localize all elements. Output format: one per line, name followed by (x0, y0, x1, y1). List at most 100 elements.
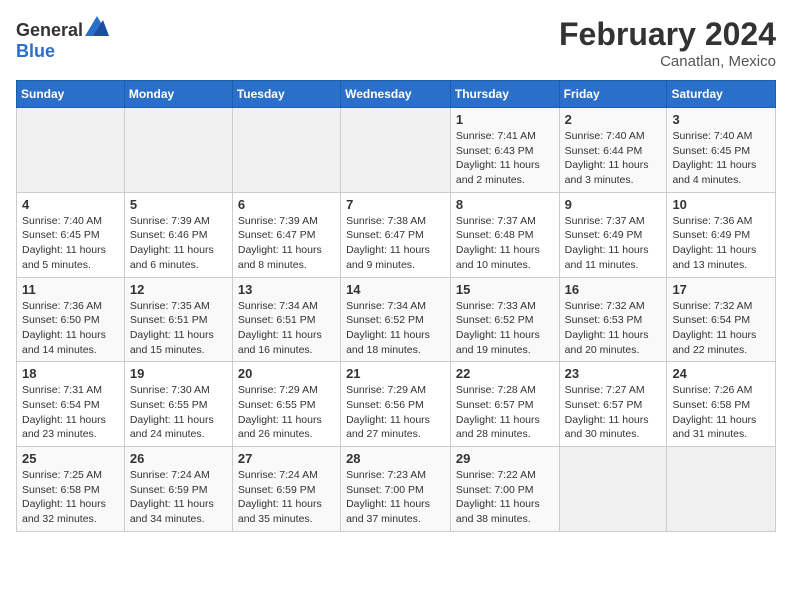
day-number: 14 (346, 282, 445, 297)
calendar-cell: 18Sunrise: 7:31 AMSunset: 6:54 PMDayligh… (17, 362, 125, 447)
calendar-week-4: 18Sunrise: 7:31 AMSunset: 6:54 PMDayligh… (17, 362, 776, 447)
calendar-cell (124, 108, 232, 193)
calendar-cell: 3Sunrise: 7:40 AMSunset: 6:45 PMDaylight… (667, 108, 776, 193)
subtitle: Canatlan, Mexico (559, 53, 776, 70)
day-number: 4 (22, 197, 119, 212)
day-info: Sunrise: 7:27 AMSunset: 6:57 PMDaylight:… (565, 383, 662, 442)
day-info: Sunrise: 7:31 AMSunset: 6:54 PMDaylight:… (22, 383, 119, 442)
day-info: Sunrise: 7:23 AMSunset: 7:00 PMDaylight:… (346, 468, 445, 527)
calendar-cell: 28 Sunrise: 7:23 AMSunset: 7:00 PMDayligh… (341, 447, 451, 532)
day-info: Sunrise: 7:29 AMSunset: 6:56 PMDaylight:… (346, 383, 445, 442)
calendar-cell: 21 Sunrise: 7:29 AMSunset: 6:56 PMDayligh… (341, 362, 451, 447)
day-number: 16 (565, 282, 662, 297)
day-info: Sunrise: 7:32 AMSunset: 6:54 PMDaylight:… (672, 299, 770, 358)
day-number: 26 (130, 451, 227, 466)
day-info: Sunrise: 7:37 AMSunset: 6:49 PMDaylight:… (565, 214, 662, 273)
day-number: 21 (346, 366, 445, 381)
day-number: 28 (346, 451, 445, 466)
day-number: 10 (672, 197, 770, 212)
day-number: 15 (456, 282, 554, 297)
day-info: Sunrise: 7:28 AMSunset: 6:57 PMDaylight:… (456, 383, 554, 442)
calendar-cell: 25Sunrise: 7:25 AMSunset: 6:58 PMDayligh… (17, 447, 125, 532)
day-number: 29 (456, 451, 554, 466)
calendar-week-3: 11Sunrise: 7:36 AMSunset: 6:50 PMDayligh… (17, 277, 776, 362)
page-header: General Blue February 2024 Canatlan, Mex… (16, 16, 776, 70)
day-number: 6 (238, 197, 335, 212)
day-info: Sunrise: 7:34 AMSunset: 6:52 PMDaylight:… (346, 299, 445, 358)
day-number: 7 (346, 197, 445, 212)
day-number: 17 (672, 282, 770, 297)
day-info: Sunrise: 7:36 AMSunset: 6:50 PMDaylight:… (22, 299, 119, 358)
calendar-cell (341, 108, 451, 193)
calendar-cell: 26Sunrise: 7:24 AMSunset: 6:59 PMDayligh… (124, 447, 232, 532)
calendar-cell: 1Sunrise: 7:41 AMSunset: 6:43 PMDaylight… (450, 108, 559, 193)
calendar-cell: 13 Sunrise: 7:34 AMSunset: 6:51 PMDayligh… (232, 277, 340, 362)
logo-text: General Blue (16, 16, 109, 62)
logo-icon (85, 16, 109, 36)
col-header-saturday: Saturday (667, 81, 776, 108)
calendar-cell: 27Sunrise: 7:24 AMSunset: 6:59 PMDayligh… (232, 447, 340, 532)
day-info: Sunrise: 7:40 AMSunset: 6:45 PMDaylight:… (22, 214, 119, 273)
logo-general: General (16, 20, 83, 40)
calendar-cell: 20 Sunrise: 7:29 AMSunset: 6:55 PMDayligh… (232, 362, 340, 447)
col-header-wednesday: Wednesday (341, 81, 451, 108)
calendar-cell (667, 447, 776, 532)
calendar-cell: 4 Sunrise: 7:40 AMSunset: 6:45 PMDaylight… (17, 192, 125, 277)
day-number: 24 (672, 366, 770, 381)
day-number: 3 (672, 112, 770, 127)
calendar-cell: 14 Sunrise: 7:34 AMSunset: 6:52 PMDayligh… (341, 277, 451, 362)
col-header-thursday: Thursday (450, 81, 559, 108)
day-info: Sunrise: 7:30 AMSunset: 6:55 PMDaylight:… (130, 383, 227, 442)
day-info: Sunrise: 7:35 AMSunset: 6:51 PMDaylight:… (130, 299, 227, 358)
calendar-cell: 29 Sunrise: 7:22 AMSunset: 7:00 PMDayligh… (450, 447, 559, 532)
day-number: 8 (456, 197, 554, 212)
calendar-cell: 2 Sunrise: 7:40 AMSunset: 6:44 PMDaylight… (559, 108, 667, 193)
day-info: Sunrise: 7:38 AMSunset: 6:47 PMDaylight:… (346, 214, 445, 273)
calendar-cell (559, 447, 667, 532)
calendar-table: SundayMondayTuesdayWednesdayThursdayFrid… (16, 80, 776, 532)
day-info: Sunrise: 7:32 AMSunset: 6:53 PMDaylight:… (565, 299, 662, 358)
day-info: Sunrise: 7:29 AMSunset: 6:55 PMDaylight:… (238, 383, 335, 442)
logo: General Blue (16, 16, 109, 62)
calendar-cell: 16 Sunrise: 7:32 AMSunset: 6:53 PMDayligh… (559, 277, 667, 362)
calendar-cell: 19 Sunrise: 7:30 AMSunset: 6:55 PMDayligh… (124, 362, 232, 447)
day-number: 23 (565, 366, 662, 381)
calendar-cell: 11Sunrise: 7:36 AMSunset: 6:50 PMDayligh… (17, 277, 125, 362)
day-number: 5 (130, 197, 227, 212)
day-number: 2 (565, 112, 662, 127)
calendar-week-5: 25Sunrise: 7:25 AMSunset: 6:58 PMDayligh… (17, 447, 776, 532)
day-number: 9 (565, 197, 662, 212)
calendar-cell: 12 Sunrise: 7:35 AMSunset: 6:51 PMDayligh… (124, 277, 232, 362)
col-header-sunday: Sunday (17, 81, 125, 108)
day-number: 19 (130, 366, 227, 381)
day-number: 22 (456, 366, 554, 381)
calendar-cell: 22 Sunrise: 7:28 AMSunset: 6:57 PMDayligh… (450, 362, 559, 447)
day-number: 13 (238, 282, 335, 297)
title-block: February 2024 Canatlan, Mexico (559, 16, 776, 70)
calendar-cell: 24Sunrise: 7:26 AMSunset: 6:58 PMDayligh… (667, 362, 776, 447)
calendar-cell: 9 Sunrise: 7:37 AMSunset: 6:49 PMDaylight… (559, 192, 667, 277)
calendar-cell: 7 Sunrise: 7:38 AMSunset: 6:47 PMDaylight… (341, 192, 451, 277)
calendar-cell: 6Sunrise: 7:39 AMSunset: 6:47 PMDaylight… (232, 192, 340, 277)
day-info: Sunrise: 7:34 AMSunset: 6:51 PMDaylight:… (238, 299, 335, 358)
day-number: 12 (130, 282, 227, 297)
day-info: Sunrise: 7:24 AMSunset: 6:59 PMDaylight:… (238, 468, 335, 527)
calendar-week-2: 4 Sunrise: 7:40 AMSunset: 6:45 PMDaylight… (17, 192, 776, 277)
day-info: Sunrise: 7:40 AMSunset: 6:44 PMDaylight:… (565, 129, 662, 188)
main-title: February 2024 (559, 16, 776, 53)
col-header-friday: Friday (559, 81, 667, 108)
day-info: Sunrise: 7:22 AMSunset: 7:00 PMDaylight:… (456, 468, 554, 527)
day-info: Sunrise: 7:25 AMSunset: 6:58 PMDaylight:… (22, 468, 119, 527)
col-header-tuesday: Tuesday (232, 81, 340, 108)
day-number: 1 (456, 112, 554, 127)
calendar-cell: 15Sunrise: 7:33 AMSunset: 6:52 PMDayligh… (450, 277, 559, 362)
day-info: Sunrise: 7:39 AMSunset: 6:46 PMDaylight:… (130, 214, 227, 273)
day-info: Sunrise: 7:36 AMSunset: 6:49 PMDaylight:… (672, 214, 770, 273)
calendar-cell: 8Sunrise: 7:37 AMSunset: 6:48 PMDaylight… (450, 192, 559, 277)
calendar-cell: 17 Sunrise: 7:32 AMSunset: 6:54 PMDayligh… (667, 277, 776, 362)
calendar-cell: 23 Sunrise: 7:27 AMSunset: 6:57 PMDayligh… (559, 362, 667, 447)
calendar-cell (232, 108, 340, 193)
col-header-monday: Monday (124, 81, 232, 108)
calendar-cell: 10 Sunrise: 7:36 AMSunset: 6:49 PMDayligh… (667, 192, 776, 277)
day-number: 20 (238, 366, 335, 381)
